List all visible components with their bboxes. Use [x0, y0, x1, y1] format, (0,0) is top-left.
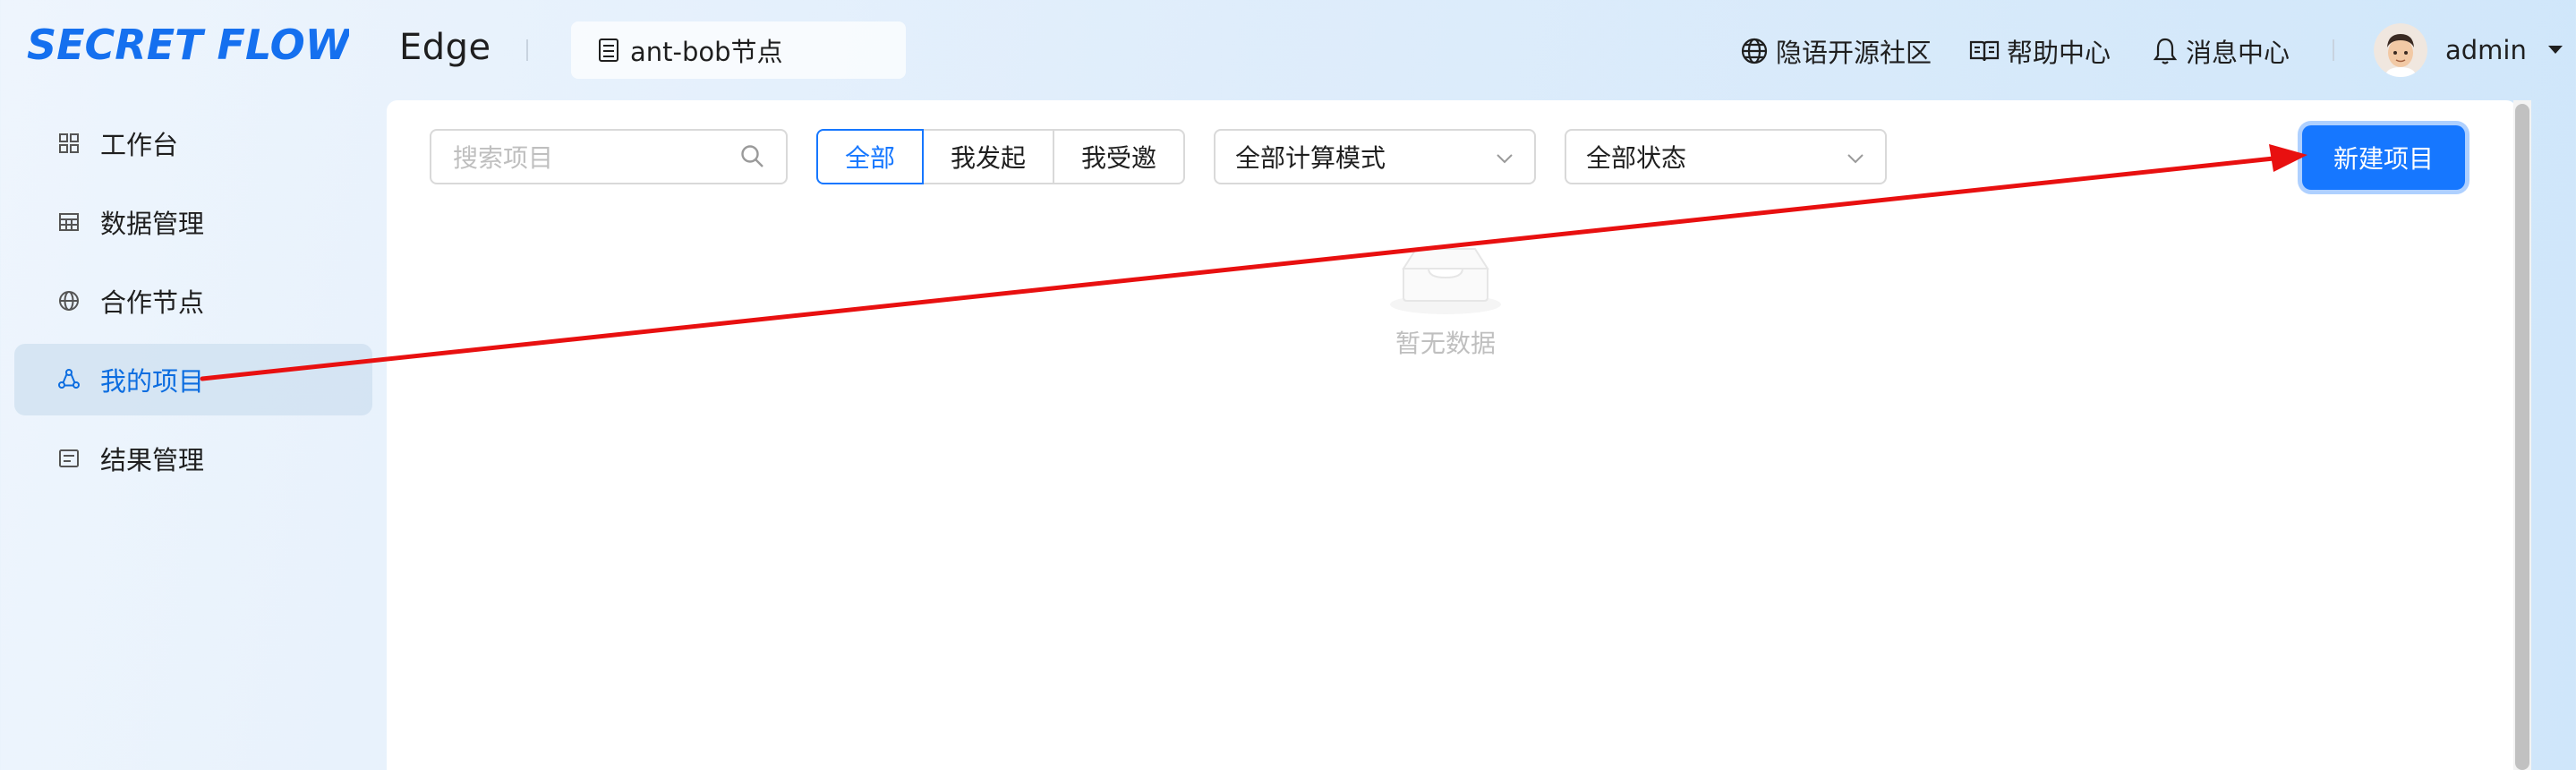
- header-divider: [526, 39, 528, 61]
- status-select[interactable]: 全部状态: [1565, 129, 1887, 184]
- empty-box-icon: [1387, 248, 1504, 321]
- sidebar-item-label: 我的项目: [100, 366, 205, 397]
- empty-text: 暂无数据: [1395, 329, 1496, 358]
- search-input[interactable]: [451, 131, 741, 184]
- bell-icon: [2152, 37, 2179, 65]
- message-center-label: 消息中心: [2186, 38, 2290, 68]
- sidebar-item-workbench[interactable]: 工作台: [14, 107, 372, 179]
- sidebar-item-label: 数据管理: [100, 209, 205, 239]
- message-center-link[interactable]: 消息中心: [2152, 32, 2290, 70]
- header-divider: [2333, 39, 2334, 61]
- chevron-down-icon: [1495, 149, 1514, 168]
- help-center-link[interactable]: 帮助中心: [1969, 32, 2111, 70]
- sidebar-item-label: 工作台: [100, 130, 179, 160]
- search-box[interactable]: [430, 129, 788, 184]
- main-content-panel: [387, 100, 2517, 770]
- avatar: [2374, 23, 2427, 77]
- sidebar-item-data-management[interactable]: 数据管理: [14, 186, 372, 258]
- user-name: admin: [2445, 35, 2527, 65]
- sidebar-item-my-projects[interactable]: 我的项目: [14, 344, 372, 415]
- sidebar-item-result-management[interactable]: 结果管理: [14, 423, 372, 494]
- filter-tab-all[interactable]: 全部: [816, 129, 924, 184]
- search-icon[interactable]: [739, 143, 766, 170]
- server-icon: [598, 38, 619, 63]
- product-name: Edge: [399, 27, 491, 68]
- compute-mode-select[interactable]: 全部计算模式: [1214, 129, 1536, 184]
- node-name: ant-bob节点: [630, 37, 783, 67]
- community-link[interactable]: 隐语开源社区: [1740, 32, 1932, 70]
- filter-tab-initiated[interactable]: 我发起: [922, 129, 1054, 184]
- grid-icon: [57, 132, 81, 155]
- book-icon: [1969, 38, 2000, 64]
- scrollbar-thumb[interactable]: [2515, 104, 2529, 770]
- project-filter-tabs: 全部 我发起 我受邀: [816, 129, 1185, 184]
- logo-text: SECRET FLOW: [27, 21, 349, 69]
- chevron-down-icon: [2546, 44, 2564, 56]
- status-value: 全部状态: [1586, 143, 1687, 173]
- filter-tab-invited[interactable]: 我受邀: [1053, 129, 1185, 184]
- table-icon: [57, 210, 81, 234]
- help-center-label: 帮助中心: [2007, 38, 2111, 68]
- user-menu[interactable]: admin: [2374, 23, 2564, 77]
- logo[interactable]: SECRET FLOW: [27, 20, 353, 70]
- empty-state: 暂无数据: [1378, 242, 1513, 360]
- globe-icon: [57, 289, 81, 312]
- project-icon: [57, 368, 81, 391]
- sidebar-item-label: 结果管理: [100, 445, 205, 475]
- globe-icon: [1740, 37, 1769, 65]
- sidebar-item-label: 合作节点: [100, 287, 205, 318]
- sidebar-item-partner-nodes[interactable]: 合作节点: [14, 265, 372, 337]
- list-icon: [57, 447, 81, 470]
- chevron-down-icon: [1846, 149, 1865, 168]
- compute-mode-value: 全部计算模式: [1235, 143, 1386, 173]
- node-tag[interactable]: ant-bob节点: [571, 21, 906, 79]
- new-project-button[interactable]: 新建项目: [2302, 125, 2465, 190]
- community-link-label: 隐语开源社区: [1776, 38, 1932, 68]
- top-header: SECRET FLOW Edge ant-bob节点 隐语开源社区 帮助中心 消…: [0, 0, 2576, 100]
